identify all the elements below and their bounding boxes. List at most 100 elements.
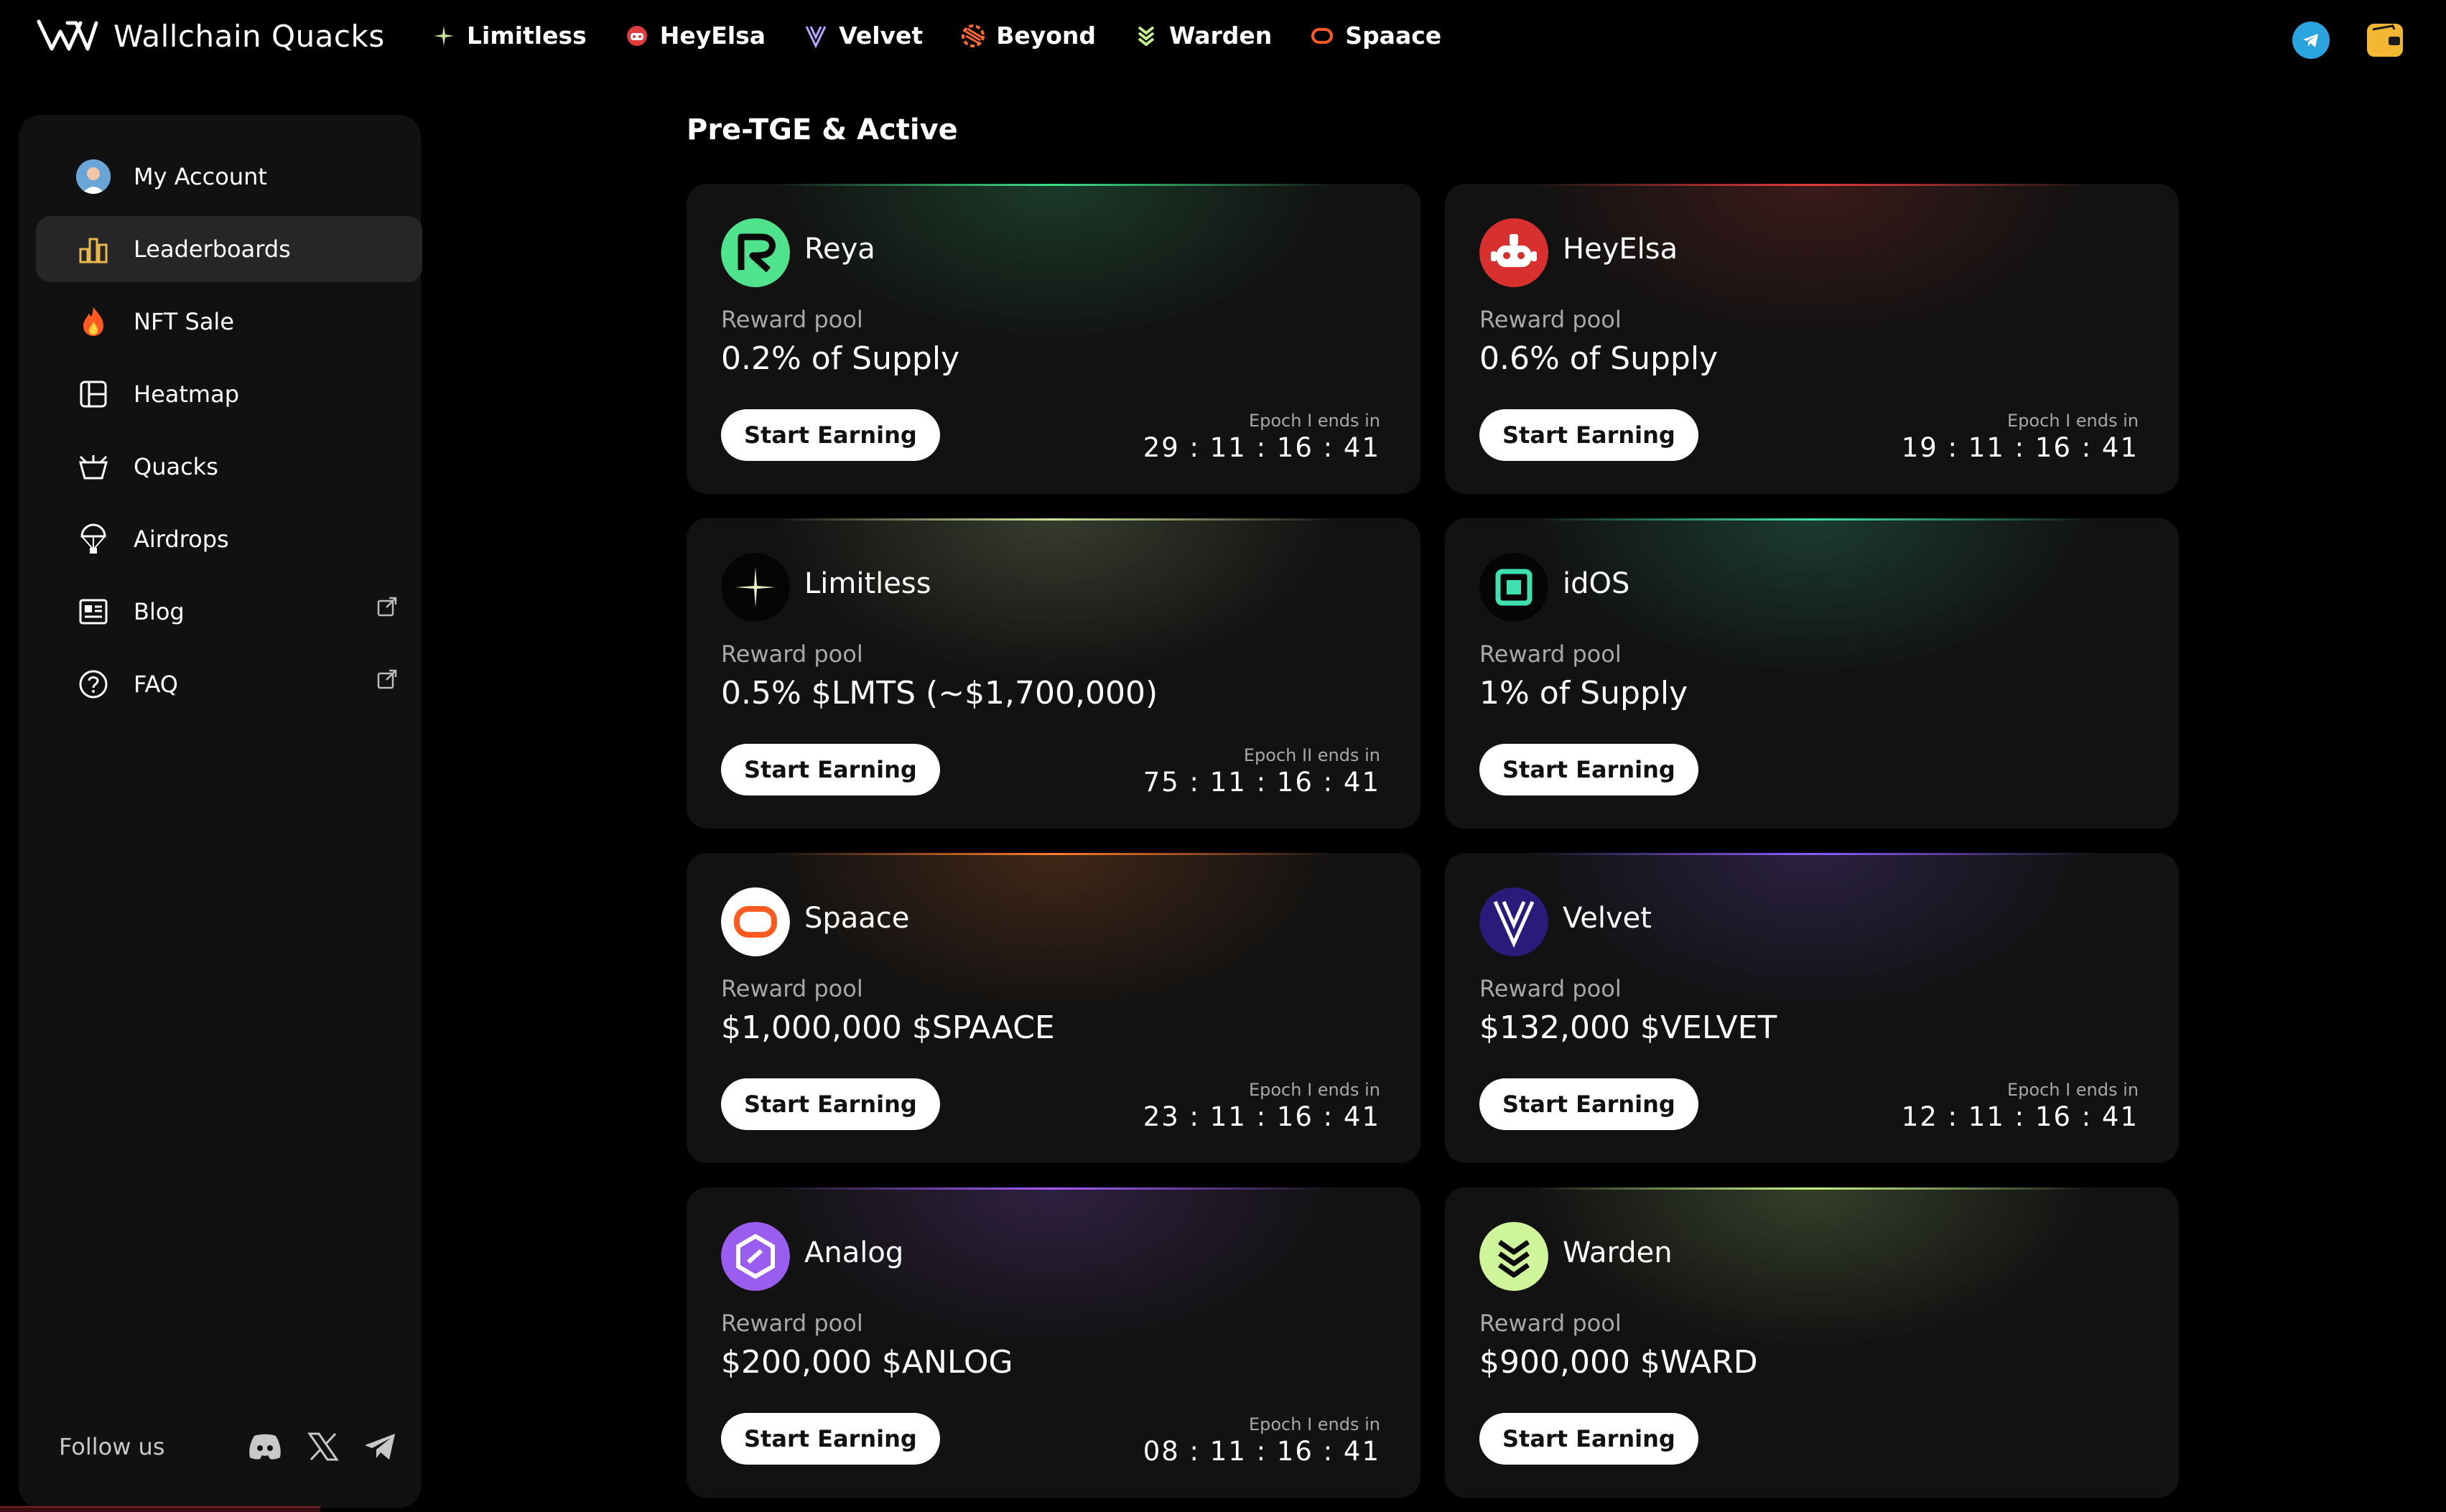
card-accent-line <box>1533 1187 2091 1190</box>
basket-icon <box>76 449 111 484</box>
epoch-time: 29 : 11 : 16 : 41 <box>1143 432 1380 463</box>
project-name: Velvet <box>1563 902 1652 935</box>
epoch-label: Epoch I ends in <box>1248 411 1380 431</box>
reward-pool-label: Reward pool <box>721 975 863 1002</box>
reya-logo-icon <box>721 218 790 287</box>
reward-pool-label: Reward pool <box>1479 306 1622 333</box>
reward-pool-value: $200,000 $ANLOG <box>721 1344 1013 1381</box>
project-name: Spaace <box>804 902 910 935</box>
nav-label: Warden <box>1169 22 1273 50</box>
project-nav: Limitless HeyElsa Velvet Beyond Warden S… <box>431 22 1441 50</box>
bottom-edge-strip <box>0 1506 320 1512</box>
sidebar-item-label: Airdrops <box>134 526 229 553</box>
sidebar-item-label: My Account <box>134 163 267 190</box>
project-card-warden: Warden Reward pool $900,000 $WARD Start Ear… <box>1445 1187 2179 1498</box>
epoch-label: Epoch I ends in <box>1248 1414 1380 1434</box>
section-title: Pre-TGE & Active <box>687 113 958 146</box>
parachute-icon <box>76 522 111 556</box>
sidebar-item-leaderboards[interactable]: Leaderboards <box>36 216 422 282</box>
sidebar-item-label: Leaderboards <box>134 235 291 263</box>
sidebar-item-faq[interactable]: FAQ <box>36 651 422 717</box>
epoch-time: 19 : 11 : 16 : 41 <box>1901 432 2139 463</box>
epoch-label: Epoch I ends in <box>1248 1080 1380 1100</box>
project-name: Warden <box>1563 1236 1673 1269</box>
epoch-countdown: Epoch I ends in 23 : 11 : 16 : 41 <box>1143 1080 1380 1132</box>
start-earning-button[interactable]: Start Earning <box>1479 1078 1698 1130</box>
start-earning-button[interactable]: Start Earning <box>721 1413 940 1465</box>
wallet-button[interactable] <box>2367 24 2403 57</box>
fire-icon <box>76 304 111 339</box>
avatar <box>76 159 111 194</box>
card-accent-line <box>774 518 1333 521</box>
idos-logo-icon <box>1479 553 1548 622</box>
nav-warden[interactable]: Warden <box>1133 22 1272 50</box>
social-links <box>247 1432 396 1462</box>
project-card-reya: Reya Reward pool 0.2% of Supply Start Earni… <box>687 184 1420 494</box>
external-link-icon <box>377 669 397 689</box>
sidebar-item-label: FAQ <box>134 671 178 698</box>
sidebar-item-nft-sale[interactable]: NFT Sale <box>36 289 422 355</box>
epoch-countdown: Epoch I ends in 08 : 11 : 16 : 41 <box>1143 1414 1380 1467</box>
sidebar-item-my-account[interactable]: My Account <box>36 144 422 210</box>
reward-pool-value: 1% of Supply <box>1479 675 1688 711</box>
nav-spaace[interactable]: Spaace <box>1309 22 1441 50</box>
bar-chart-icon <box>76 232 111 266</box>
epoch-time: 75 : 11 : 16 : 41 <box>1143 767 1380 798</box>
telegram-social-icon[interactable] <box>363 1432 396 1461</box>
card-accent-line <box>1533 184 2091 186</box>
sidebar-item-heatmap[interactable]: Heatmap <box>36 361 422 427</box>
follow-label: Follow us <box>59 1433 165 1460</box>
nav-limitless[interactable]: Limitless <box>431 22 587 50</box>
analog-logo-icon <box>721 1222 790 1291</box>
start-earning-button[interactable]: Start Earning <box>1479 744 1698 795</box>
newspaper-icon <box>76 594 111 629</box>
nav-beyond[interactable]: Beyond <box>960 22 1096 50</box>
reward-pool-value: 0.2% of Supply <box>721 340 960 377</box>
epoch-time: 23 : 11 : 16 : 41 <box>1143 1101 1380 1132</box>
wallchain-logo-icon <box>37 19 98 51</box>
project-name: Reya <box>804 233 875 266</box>
epoch-countdown: Epoch II ends in 75 : 11 : 16 : 41 <box>1143 745 1380 798</box>
sidebar-item-label: Quacks <box>134 453 218 480</box>
reward-pool-label: Reward pool <box>721 640 863 668</box>
sidebar: My Account Leaderboards NFT Sale Heatmap… <box>19 115 422 1508</box>
velvet-logo-icon <box>1479 887 1548 956</box>
discord-icon[interactable] <box>247 1433 283 1460</box>
project-name: HeyElsa <box>1563 233 1678 266</box>
nav-heyelsa[interactable]: HeyElsa <box>624 22 766 50</box>
reward-pool-value: $900,000 $WARD <box>1479 1344 1758 1381</box>
sidebar-item-blog[interactable]: Blog <box>36 579 422 645</box>
sidebar-item-airdrops[interactable]: Airdrops <box>36 506 422 572</box>
telegram-button[interactable] <box>2292 22 2330 59</box>
sidebar-item-quacks[interactable]: Quacks <box>36 434 422 500</box>
start-earning-button[interactable]: Start Earning <box>721 409 940 461</box>
telegram-icon <box>2303 34 2318 47</box>
heyelsa-logo-icon <box>1479 218 1548 287</box>
card-accent-line <box>774 184 1333 186</box>
limitless-spark-icon <box>431 23 457 49</box>
brand-name: Wallchain Quacks <box>113 18 385 54</box>
project-card-idos: idOS Reward pool 1% of Supply Start Earning <box>1445 518 2179 829</box>
beyond-stripes-icon <box>960 23 986 49</box>
project-card-heyelsa: HeyElsa Reward pool 0.6% of Supply Start Ea… <box>1445 184 2179 494</box>
reward-pool-label: Reward pool <box>1479 640 1622 668</box>
project-name: Analog <box>804 1236 904 1269</box>
start-earning-button[interactable]: Start Earning <box>1479 1413 1698 1465</box>
sidebar-item-label: NFT Sale <box>134 308 234 335</box>
top-actions <box>2292 22 2403 59</box>
project-card-velvet: Velvet Reward pool $132,000 $VELVET Start E… <box>1445 853 2179 1163</box>
project-name: idOS <box>1563 567 1630 600</box>
nav-label: HeyElsa <box>659 22 766 50</box>
start-earning-button[interactable]: Start Earning <box>721 1078 940 1130</box>
nav-velvet[interactable]: Velvet <box>803 22 923 50</box>
external-link-icon <box>377 597 397 617</box>
x-twitter-icon[interactable] <box>307 1432 339 1462</box>
reward-pool-label: Reward pool <box>721 1310 863 1337</box>
brand-logo[interactable]: Wallchain Quacks <box>36 16 385 56</box>
project-name: Limitless <box>804 567 931 600</box>
wallet-icon <box>2370 24 2400 52</box>
start-earning-button[interactable]: Start Earning <box>1479 409 1698 461</box>
user-avatar <box>76 159 111 194</box>
epoch-label: Epoch I ends in <box>2006 1080 2139 1100</box>
start-earning-button[interactable]: Start Earning <box>721 744 940 795</box>
